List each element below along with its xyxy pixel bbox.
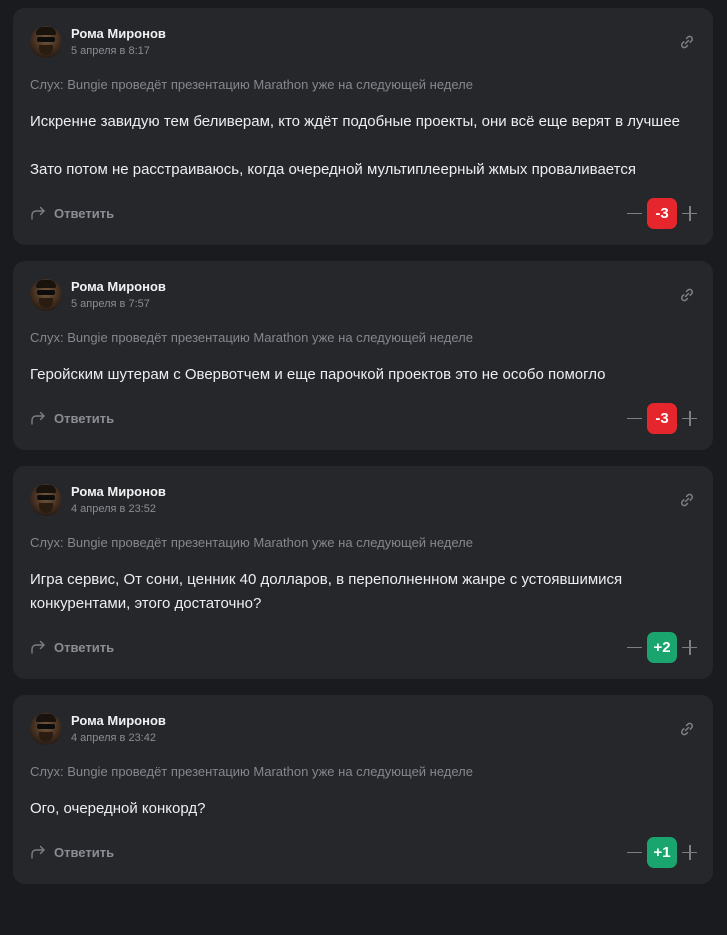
plus-icon[interactable] [682,639,697,655]
comments-feed: Рома Миронов 5 апреля в 8:17 Слух: Bungi… [0,0,727,884]
comment-header: Рома Миронов 5 апреля в 7:57 [30,278,696,312]
score-badge: -3 [647,402,677,434]
comment-date[interactable]: 5 апреля в 8:17 [71,44,166,59]
reply-arrow-icon [31,411,45,425]
author-name[interactable]: Рома Миронов [71,279,166,295]
comment-date[interactable]: 4 апреля в 23:52 [71,502,166,517]
comment-paragraph: Искренне завидую тем беливерам, кто ждёт… [30,113,681,130]
avatar[interactable] [30,279,62,311]
reply-arrow-icon [31,206,45,220]
reply-button[interactable]: Ответить [30,640,114,655]
plus-icon[interactable] [682,844,697,860]
vote-controls: +2 [627,631,697,663]
link-icon[interactable] [679,34,695,50]
comment-date[interactable]: 4 апреля в 23:42 [71,731,166,746]
comment-footer: Ответить +1 [30,836,697,868]
comment-footer: Ответить -3 [30,197,697,229]
vote-controls: -3 [627,402,697,434]
plus-icon[interactable] [682,205,697,221]
reply-button[interactable]: Ответить [30,206,114,221]
vote-controls: -3 [627,197,697,229]
comment-meta: Рома Миронов 5 апреля в 8:17 [71,26,166,59]
comment-meta: Рома Миронов 5 апреля в 7:57 [71,279,166,312]
comment-meta: Рома Миронов 4 апреля в 23:42 [71,713,166,746]
source-article-link[interactable]: Слух: Bungie проведёт презентацию Marath… [30,763,696,781]
source-article-link[interactable]: Слух: Bungie проведёт презентацию Marath… [30,76,696,94]
reply-label: Ответить [54,410,115,426]
score-badge: +2 [647,631,677,663]
comment-footer: Ответить -3 [30,402,697,434]
author-name[interactable]: Рома Миронов [71,26,166,42]
author-name[interactable]: Рома Миронов [71,484,166,500]
comment-header: Рома Миронов 4 апреля в 23:42 [30,712,696,746]
comment-paragraph: Геройским шутерам с Овервотчем и еще пар… [30,366,606,383]
comment-text: Искренне завидую тем беливерам, кто ждёт… [30,110,696,182]
vote-controls: +1 [627,836,697,868]
plus-icon[interactable] [682,410,697,426]
comment-footer: Ответить +2 [30,631,697,663]
reply-label: Ответить [54,205,115,221]
score-badge: -3 [647,197,677,229]
avatar[interactable] [30,26,62,58]
minus-icon[interactable] [627,640,642,655]
reply-label: Ответить [54,844,115,860]
reply-label: Ответить [54,639,115,655]
avatar[interactable] [30,484,62,516]
comment-header: Рома Миронов 5 апреля в 8:17 [30,25,696,59]
score-badge: +1 [647,836,677,868]
comment-card: Рома Миронов 4 апреля в 23:52 Слух: Bung… [13,466,713,679]
comment-card: Рома Миронов 5 апреля в 7:57 Слух: Bungi… [13,261,713,450]
comment-date[interactable]: 5 апреля в 7:57 [71,297,166,312]
link-icon[interactable] [679,492,695,508]
source-article-link[interactable]: Слух: Bungie проведёт презентацию Marath… [30,534,696,552]
minus-icon[interactable] [627,411,642,426]
comment-paragraph: Игра сервис, От сони, ценник 40 долларов… [30,571,623,612]
link-icon[interactable] [679,721,695,737]
reply-arrow-icon [31,640,45,654]
minus-icon[interactable] [627,845,642,860]
comment-card: Рома Миронов 4 апреля в 23:42 Слух: Bung… [13,695,713,884]
comment-paragraph: Зато потом не расстраиваюсь, когда очере… [30,161,636,178]
author-name[interactable]: Рома Миронов [71,713,166,729]
source-article-link[interactable]: Слух: Bungie проведёт презентацию Marath… [30,329,696,347]
minus-icon[interactable] [627,206,642,221]
comment-text: Ого, очередной конкорд? [30,797,696,821]
comment-text: Геройским шутерам с Овервотчем и еще пар… [30,363,696,387]
comment-text: Игра сервис, От сони, ценник 40 долларов… [30,568,696,616]
reply-arrow-icon [31,845,45,859]
reply-button[interactable]: Ответить [30,845,114,860]
avatar[interactable] [30,713,62,745]
comment-header: Рома Миронов 4 апреля в 23:52 [30,483,696,517]
comment-paragraph: Ого, очередной конкорд? [30,800,206,817]
comment-card: Рома Миронов 5 апреля в 8:17 Слух: Bungi… [13,8,713,245]
link-icon[interactable] [679,287,695,303]
reply-button[interactable]: Ответить [30,411,114,426]
comment-meta: Рома Миронов 4 апреля в 23:52 [71,484,166,517]
